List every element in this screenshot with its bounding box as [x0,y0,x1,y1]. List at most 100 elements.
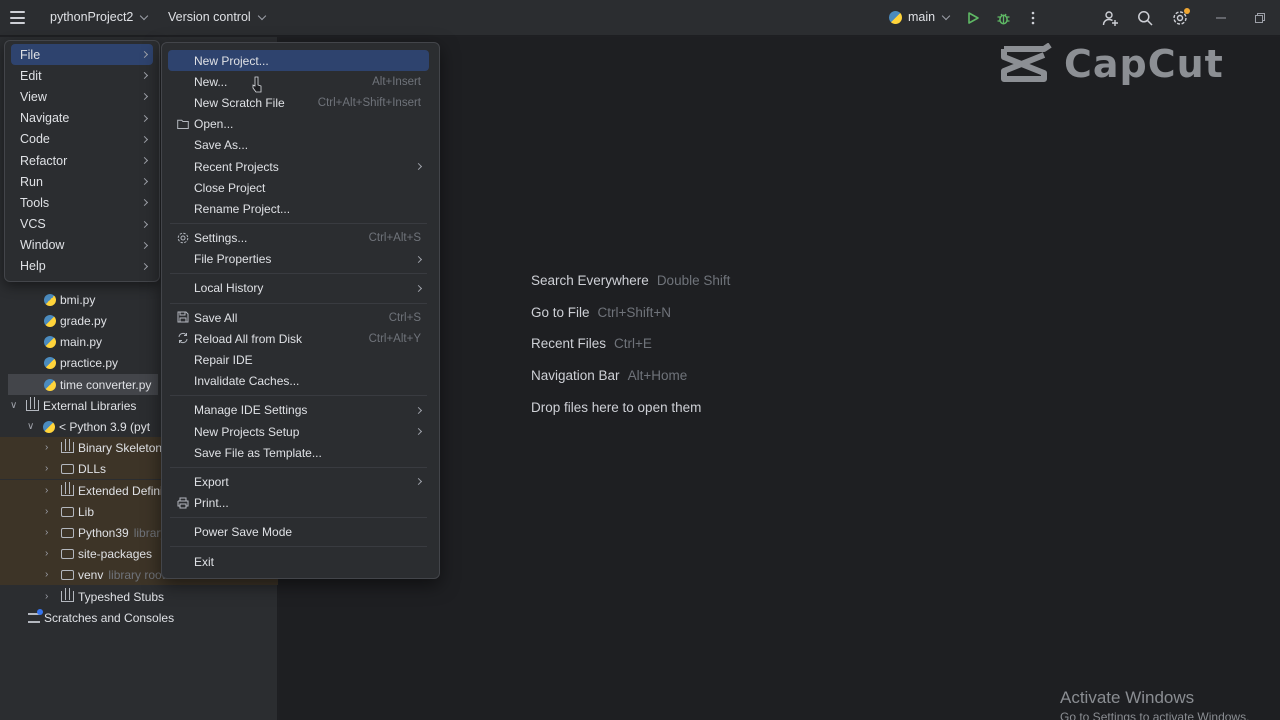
menu-item-label: New Project... [194,53,269,68]
vcs-selector[interactable]: Version control [168,10,266,24]
tree-item-hint: library root [108,567,166,582]
menu-item-print[interactable]: Print... [168,493,429,514]
chevron-down-icon[interactable]: ∨ [27,421,37,432]
debug-button[interactable] [994,9,1012,27]
tree-item-selected[interactable]: time converter.py [8,374,158,395]
hint-shortcut: Ctrl+Shift+N [597,305,672,320]
menu-separator [170,395,427,397]
chevron-down-icon[interactable]: ∨ [10,400,20,411]
menu-item-invalidate-caches[interactable]: Invalidate Caches... [168,371,429,392]
menu-item-power-save-mode[interactable]: Power Save Mode [168,522,429,543]
menu-item-new-project[interactable]: New Project... [168,50,429,72]
menu-item-file-properties[interactable]: File Properties [168,249,429,270]
menu-item-open[interactable]: Open... [168,114,429,135]
menu-item-exit[interactable]: Exit [168,551,429,572]
menu-label: Code [20,132,50,147]
minimize-button[interactable] [1212,9,1230,27]
menu-item-save-all[interactable]: Save All Ctrl+S [168,307,429,328]
chevron-right-icon[interactable]: › [45,569,55,580]
tree-item[interactable]: Scratches and Consoles [0,607,278,628]
menu-run[interactable]: Run [11,171,153,192]
menu-item-new[interactable]: New... Alt+Insert [168,71,429,92]
menu-view[interactable]: View [11,86,153,107]
chevron-right-icon[interactable]: › [45,506,55,517]
menu-item-export[interactable]: Export [168,471,429,492]
activate-subtitle: Go to Settings to activate Windows. [1060,710,1250,720]
shortcut: Ctrl+Alt+Y [368,332,421,345]
save-icon [177,311,189,323]
chevron-right-icon[interactable]: › [45,485,55,496]
menu-item-close-project[interactable]: Close Project [168,177,429,198]
menu-window[interactable]: Window [11,235,153,256]
library-icon [61,482,74,496]
menu-item-settings[interactable]: Settings... Ctrl+Alt+S [168,228,429,249]
menu-tools[interactable]: Tools [11,192,153,213]
python-file-icon [44,314,56,327]
hint-shortcut: Ctrl+E [614,336,652,351]
activate-windows-watermark: Activate Windows Go to Settings to activ… [1060,688,1249,720]
menu-label: Run [20,174,43,189]
chevron-right-icon [414,284,423,293]
menu-item-label: Power Save Mode [194,525,293,540]
menu-help[interactable]: Help [11,256,153,277]
menu-item-reload-all[interactable]: Reload All from Disk Ctrl+Alt+Y [168,328,429,349]
menu-item-new-projects-setup[interactable]: New Projects Setup [168,421,429,442]
chevron-right-icon[interactable]: › [45,442,55,453]
tree-item-label: time converter.py [60,377,152,392]
hamburger-menu-icon[interactable] [10,11,25,24]
menu-navigate[interactable]: Navigate [11,108,153,129]
menu-item-recent-projects[interactable]: Recent Projects [168,156,429,177]
menu-item-label: Open... [194,117,234,132]
chevron-right-icon [140,199,149,207]
chevron-right-icon[interactable]: › [45,527,55,538]
chevron-right-icon[interactable]: › [45,548,55,559]
run-icon [968,12,979,24]
menu-refactor[interactable]: Refactor [11,150,153,171]
menu-item-local-history[interactable]: Local History [168,278,429,299]
tree-item-label: Binary Skeletons [78,440,169,455]
tree-item-label: main.py [60,334,103,349]
restore-button[interactable] [1251,9,1269,27]
more-button[interactable] [1024,9,1042,27]
chevron-right-icon[interactable]: › [45,463,55,474]
menu-item-new-scratch-file[interactable]: New Scratch File Ctrl+Alt+Shift+Insert [168,92,429,113]
menu-item-save-file-as-template[interactable]: Save File as Template... [168,442,429,463]
hint-label: Drop files here to open them [531,400,702,415]
project-selector[interactable]: pythonProject2 [50,10,149,24]
search-button[interactable] [1136,9,1154,27]
gear-icon [177,232,189,243]
capcut-brand: CapCut [1064,42,1224,86]
python-icon [889,10,902,24]
menu-item-label: Print... [194,496,229,511]
menu-item-rename-project[interactable]: Rename Project... [168,198,429,219]
tree-item-label: External Libraries [43,398,137,413]
menu-vcs[interactable]: VCS [11,214,153,235]
menu-edit[interactable]: Edit [11,65,153,86]
menu-separator [170,466,427,468]
menu-item-manage-ide-settings[interactable]: Manage IDE Settings [168,400,429,421]
menu-item-label: File Properties [194,252,272,267]
add-user-button[interactable] [1101,9,1119,27]
menu-label: Help [20,259,46,274]
python-file-icon [44,356,56,369]
menu-file[interactable]: File [11,44,153,66]
activate-title: Activate Windows [1060,688,1195,707]
run-button[interactable] [964,9,982,27]
tree-item[interactable]: › Typeshed Stubs [0,586,278,607]
search-icon [1138,11,1153,26]
print-icon [177,497,189,509]
python-file-icon [44,335,56,348]
python-file-icon [44,378,56,391]
more-icon [1031,11,1035,25]
menu-code[interactable]: Code [11,129,153,150]
menu-item-repair-ide[interactable]: Repair IDE [168,349,429,370]
run-config-selector[interactable]: main [889,10,951,24]
menu-item-label: Reload All from Disk [194,331,303,346]
chevron-right-icon [414,255,423,263]
chevron-right-icon[interactable]: › [45,591,55,602]
tree-item-label: Typeshed Stubs [78,589,165,604]
vcs-label: Version control [168,10,251,24]
settings-button[interactable] [1171,8,1190,27]
tree-item[interactable]: ∨ < Python 3.9 (pyt [0,416,158,437]
menu-item-save-as[interactable]: Save As... [168,135,429,156]
